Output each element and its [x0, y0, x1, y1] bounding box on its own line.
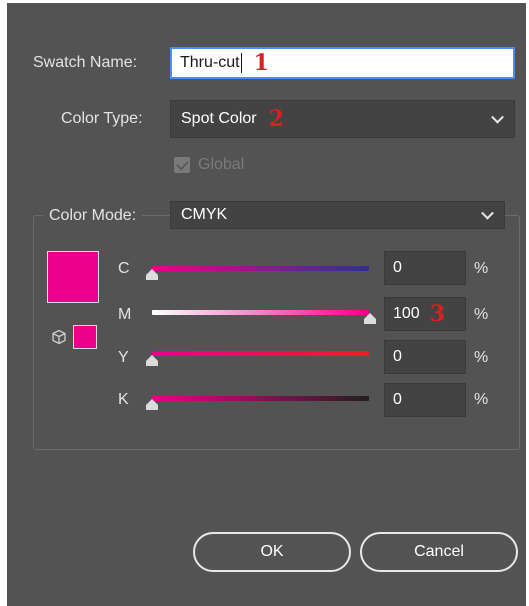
cyan-slider-track[interactable]	[152, 266, 369, 271]
annotation-marker-1: 1	[253, 50, 269, 76]
checkmark-icon	[175, 157, 189, 170]
color-mode-label-wrap: Color Mode:	[43, 202, 143, 230]
channel-letter-y: Y	[118, 349, 129, 366]
color-mode-value: CMYK	[181, 206, 228, 223]
magenta-slider-thumb[interactable]	[364, 313, 376, 324]
black-slider-thumb[interactable]	[146, 399, 158, 410]
black-value: 0	[393, 391, 402, 408]
color-type-label: Color Type:	[61, 110, 143, 127]
magenta-slider-track[interactable]	[152, 310, 369, 315]
color-type-value: Spot Color	[181, 110, 257, 127]
color-mode-label: Color Mode:	[49, 207, 137, 224]
global-label: Global	[198, 156, 245, 173]
black-slider-track[interactable]	[152, 396, 369, 401]
cancel-button[interactable]: Cancel	[360, 532, 518, 572]
cube-icon	[52, 329, 66, 345]
global-checkbox	[174, 157, 190, 173]
text-caret	[240, 53, 242, 73]
black-value-field[interactable]: 0	[384, 383, 466, 417]
swatch-name-label: Swatch Name:	[33, 54, 138, 71]
swatch-name-input[interactable]: Thru-cut 1	[170, 47, 515, 79]
channel-letter-c: C	[118, 260, 130, 277]
magenta-value-field[interactable]: 100 3	[384, 297, 466, 331]
swatch-name-value: Thru-cut	[180, 54, 240, 71]
yellow-slider-thumb[interactable]	[146, 355, 158, 366]
cyan-unit: %	[474, 260, 489, 277]
global-checkbox-row: Global	[174, 156, 244, 174]
cyan-value-field[interactable]: 0	[384, 251, 466, 285]
color-type-select[interactable]: Spot Color 2	[170, 100, 515, 138]
yellow-value-field[interactable]: 0	[384, 340, 466, 374]
swatch-preview	[47, 251, 99, 303]
new-swatch-dialog: Swatch Name: Thru-cut 1 Color Type: Spot…	[0, 0, 529, 606]
channel-letter-k: K	[118, 391, 129, 408]
cyan-slider-thumb[interactable]	[146, 269, 158, 280]
chevron-down-icon	[491, 110, 504, 124]
ok-button[interactable]: OK	[193, 532, 351, 572]
yellow-unit: %	[474, 349, 489, 366]
annotation-marker-2: 2	[268, 106, 284, 132]
black-unit: %	[474, 391, 489, 408]
magenta-unit: %	[474, 306, 489, 323]
yellow-value: 0	[393, 348, 402, 365]
yellow-slider-track[interactable]	[152, 351, 369, 356]
color-mode-select[interactable]: CMYK	[170, 201, 505, 229]
spot-color-swatch	[73, 325, 97, 349]
channel-letter-m: M	[118, 306, 132, 323]
magenta-value: 100	[393, 305, 420, 322]
annotation-marker-3: 3	[429, 301, 446, 327]
cyan-value: 0	[393, 259, 402, 276]
chevron-down-icon	[481, 206, 494, 220]
